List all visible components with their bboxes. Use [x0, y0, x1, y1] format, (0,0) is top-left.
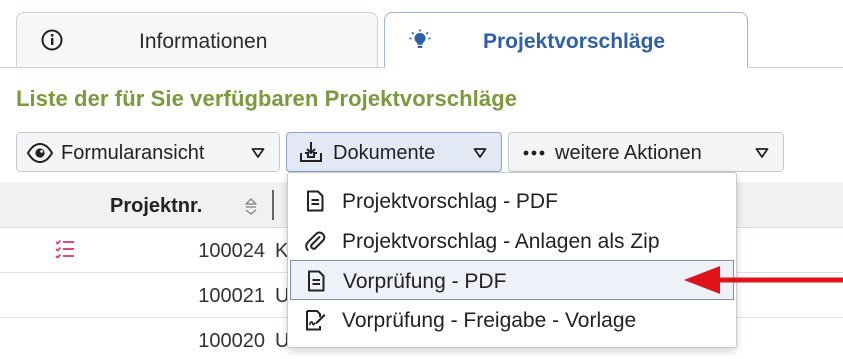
menu-item-label: Projektvorschlag - PDF [342, 190, 558, 213]
checklist-icon[interactable] [54, 238, 76, 260]
menu-item-projektvorschlag-pdf[interactable]: Projektvorschlag - PDF [290, 181, 734, 221]
menu-item-label: Vorprüfung - Freigabe - Vorlage [342, 309, 637, 332]
dokumente-label: Dokumente [333, 142, 436, 164]
document-icon [307, 190, 324, 212]
sort-icon[interactable] [244, 197, 258, 215]
paperclip-icon [305, 231, 326, 251]
tab-informationen[interactable]: Informationen [16, 12, 378, 68]
chevron-down-icon [251, 148, 265, 158]
document-icon [308, 270, 325, 292]
menu-item-label: Vorprüfung - PDF [343, 270, 507, 293]
menu-item-freigabe-vorlage[interactable]: Vorprüfung - Freigabe - Vorlage [290, 300, 734, 340]
chevron-down-icon [755, 148, 769, 158]
lightbulb-icon [409, 29, 431, 48]
cell-projektnr: 100021 [198, 285, 265, 307]
formularansicht-label: Formularansicht [61, 142, 205, 164]
column-separator[interactable] [272, 190, 274, 220]
dokumente-dropdown-menu: Projektvorschlag - PDF Projektvorschlag … [287, 172, 737, 348]
tab-projektvorschlaege[interactable]: Projektvorschläge [384, 12, 748, 68]
formularansicht-button[interactable]: Formularansicht [16, 132, 280, 172]
red-arrow-annotation [684, 266, 843, 294]
signature-icon [306, 310, 326, 331]
tab-bar: Informationen Projektvorschläge [0, 0, 843, 69]
column-header-projektnr[interactable]: Projektnr. [110, 195, 202, 218]
cell-projektnr: 100020 [198, 330, 265, 352]
menu-item-anlagen-zip[interactable]: Projektvorschlag - Anlagen als Zip [290, 221, 734, 261]
cell-projektnr: 100024 [198, 240, 265, 262]
dokumente-button[interactable]: Dokumente [286, 132, 502, 172]
ellipsis-icon [523, 150, 545, 156]
weitere-aktionen-label: weitere Aktionen [555, 142, 702, 164]
tab-informationen-label: Informationen [139, 30, 268, 53]
menu-item-label: Projektvorschlag - Anlagen als Zip [342, 230, 660, 253]
tab-projektvorschlaege-label: Projektvorschläge [483, 30, 666, 53]
list-heading: Liste der für Sie verfügbaren Projektvor… [16, 86, 518, 111]
download-tray-icon [300, 142, 322, 162]
info-icon [41, 29, 63, 51]
active-tab-indicator [385, 66, 747, 69]
weitere-aktionen-button[interactable]: weitere Aktionen [508, 132, 784, 172]
chevron-down-icon [473, 148, 487, 158]
eye-icon [27, 143, 53, 163]
menu-item-vorpruefung-pdf[interactable]: Vorprüfung - PDF [290, 260, 734, 300]
